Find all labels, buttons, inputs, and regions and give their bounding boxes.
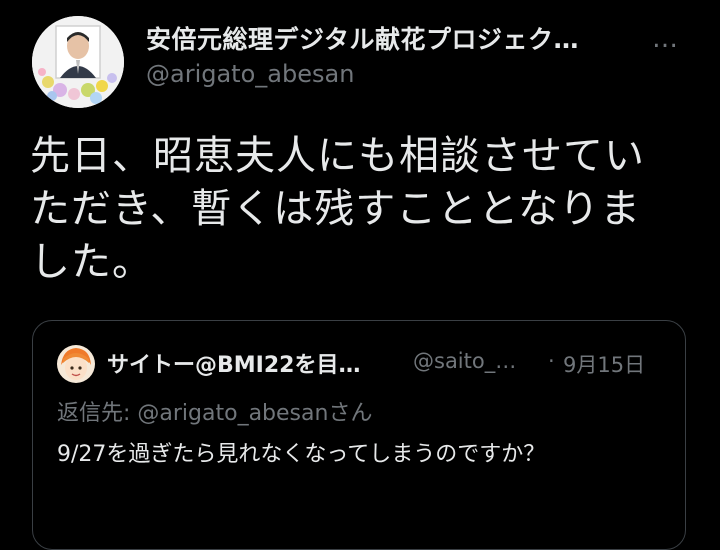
quote-date[interactable]: 9月15日 [563,349,645,379]
tweet-text: 先日、昭恵夫人にも相談させていただき、暫くは残すこととなりました。 [30,133,645,285]
quote-author-handle[interactable]: @saito_… [413,349,516,373]
quote-author-avatar[interactable] [57,345,95,383]
more-options-icon[interactable]: … [652,24,680,54]
quote-reply-to: 返信先: @arigato_abesanさん [57,401,373,426]
author-avatar[interactable] [32,16,124,108]
quote-text: 9/27を過ぎたら見れなくなってしまうのですか？ [57,442,546,467]
quote-author-display-name[interactable]: サイトー@BMI22を目… [107,347,360,379]
quoted-tweet[interactable]: サイトー@BMI22を目… @saito_… · 9月15日 返信先: @ari… [32,320,686,550]
anime-character-avatar-icon [57,345,95,383]
author-display-name[interactable]: 安倍元総理デジタル献花プロジェク… [146,20,579,56]
quote-separator: · [548,349,555,373]
memorial-portrait-icon [32,16,124,108]
author-handle[interactable]: @arigato_abesan [146,60,354,88]
